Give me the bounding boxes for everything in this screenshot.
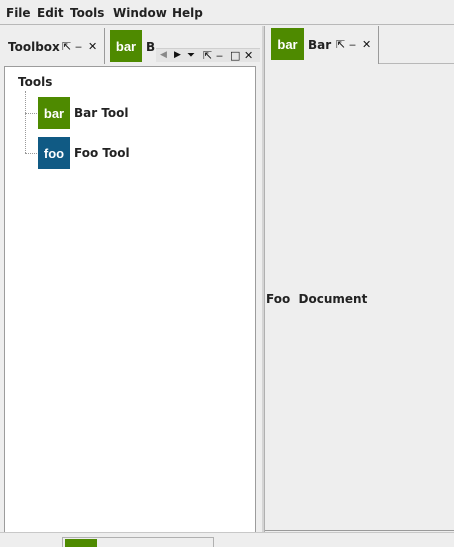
tree-item-label: Foo Tool <box>74 146 130 160</box>
toolbox-pin-icon[interactable]: ⇱ <box>62 41 71 52</box>
tab-minimize-icon[interactable]: ‒ <box>216 50 223 61</box>
document-close-icon[interactable]: ✕ <box>362 39 371 50</box>
tab-list-icon[interactable]: ⏷ <box>187 50 195 61</box>
foo-tool-icon: foo <box>38 137 70 169</box>
bottom-dock-strip <box>0 532 454 547</box>
toolbox-minimize-icon[interactable]: ‒ <box>75 41 82 52</box>
menu-edit[interactable]: Edit <box>37 6 64 20</box>
document-content: Foo Document <box>266 292 368 306</box>
document-bottom-border <box>265 530 454 531</box>
toolbox-close-icon[interactable]: ✕ <box>88 41 97 52</box>
tree-connector <box>25 153 37 154</box>
tree-root-tools[interactable]: Tools <box>18 75 52 89</box>
menu-window[interactable]: Window <box>113 6 167 20</box>
tab-toolbox[interactable]: Toolbox ⇱ ‒ ✕ <box>2 28 104 64</box>
tab-prev-icon[interactable]: ◀ <box>160 50 167 61</box>
minimized-tab[interactable] <box>62 537 214 547</box>
tab-bar-partial[interactable]: bar B <box>108 29 160 63</box>
document-tab-label: Bar <box>308 38 332 52</box>
tab-pin-icon[interactable]: ⇱ <box>203 50 212 61</box>
bar-minimized-icon <box>65 539 97 547</box>
tab-controls: ◀ ▶ ⏷ ⇱ ‒ □ ✕ <box>156 48 260 62</box>
menu-tools[interactable]: Tools <box>70 6 104 20</box>
tab-divider <box>104 28 105 64</box>
bar-doc-icon: bar <box>271 28 304 60</box>
menu-bar: File Edit Tools Window Help <box>0 0 454 25</box>
tree-item-label: Bar Tool <box>74 106 129 120</box>
tab-maximize-icon[interactable]: □ <box>230 50 240 61</box>
toolbox-dock: Toolbox ⇱ ‒ ✕ bar B ◀ ▶ ⏷ ⇱ ‒ □ ✕ Tools … <box>0 26 262 547</box>
tab-strip-border <box>379 63 454 64</box>
tab-bar-document[interactable]: bar Bar ⇱ ‒ ✕ <box>267 26 379 64</box>
tree-connector <box>25 113 37 114</box>
tab-bar-partial-label: B <box>146 40 156 54</box>
tab-close-icon[interactable]: ✕ <box>244 50 253 61</box>
tools-tree: Tools bar Bar Tool foo Foo Tool <box>4 66 256 547</box>
tab-next-icon[interactable]: ▶ <box>174 50 181 61</box>
menu-file[interactable]: File <box>6 6 31 20</box>
document-minimize-icon[interactable]: ‒ <box>349 39 356 50</box>
bar-badge-icon: bar <box>110 30 142 62</box>
document-area: bar Bar ⇱ ‒ ✕ Foo Document <box>264 26 454 532</box>
toolbox-title: Toolbox <box>8 40 60 54</box>
document-pin-icon[interactable]: ⇱ <box>336 39 345 50</box>
menu-help[interactable]: Help <box>172 6 203 20</box>
tree-connector <box>25 91 26 153</box>
bar-tool-icon: bar <box>38 97 70 129</box>
